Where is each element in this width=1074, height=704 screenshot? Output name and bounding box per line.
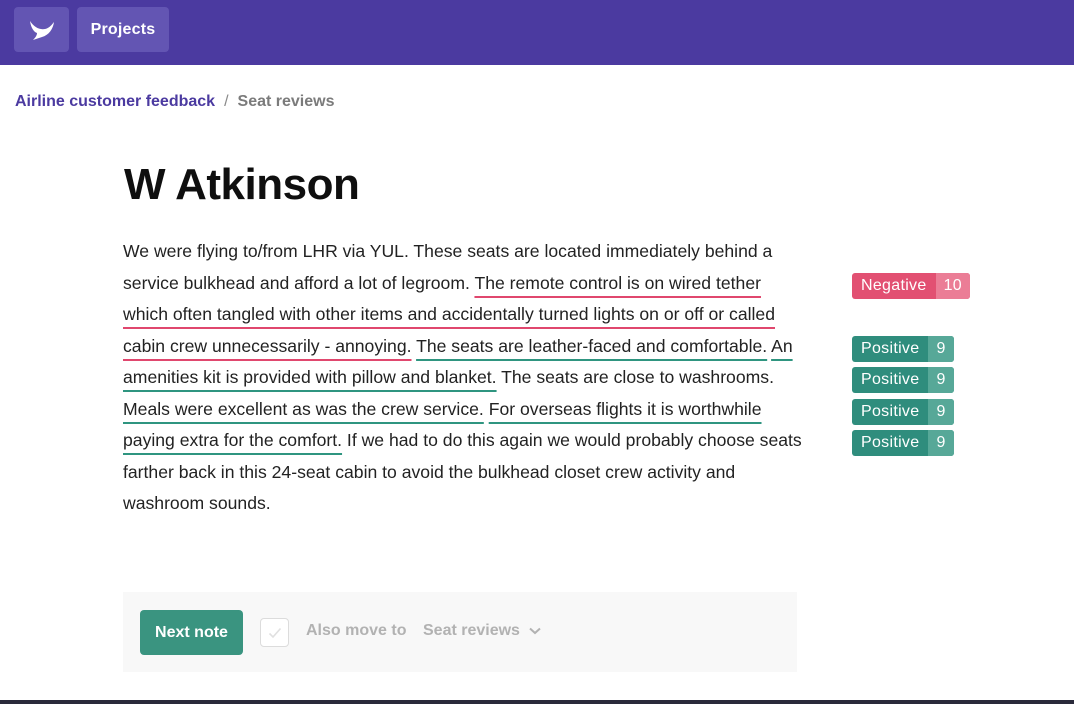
next-note-button[interactable]: Next note [140, 610, 243, 655]
highlight-positive[interactable]: The seats are leather-faced and comforta… [416, 336, 767, 356]
tag-positive[interactable]: Positive 9 [852, 367, 954, 393]
note-text: The seats are close to washrooms. [496, 367, 774, 387]
also-move-checkbox[interactable] [260, 618, 289, 647]
home-logo-button[interactable] [14, 7, 69, 52]
checkmark-icon [268, 627, 281, 638]
tag-negative[interactable]: Negative 10 [852, 273, 970, 299]
projects-button[interactable]: Projects [77, 7, 169, 52]
bird-logo-icon [29, 20, 54, 40]
tag-count: 9 [928, 430, 954, 456]
tag-count: 9 [928, 367, 954, 393]
tag-count: 10 [935, 273, 970, 299]
tag-count: 9 [928, 399, 954, 425]
tag-label: Positive [861, 371, 920, 388]
chevron-down-icon [529, 627, 541, 635]
tag-label: Positive [861, 403, 920, 420]
tag-count: 9 [928, 336, 954, 362]
tag-positive[interactable]: Positive 9 [852, 336, 954, 362]
breadcrumb-separator: / [224, 93, 229, 110]
bottom-edge [0, 700, 1074, 704]
also-move-label: Also move to [306, 622, 407, 639]
tag-label: Negative [861, 277, 927, 294]
destination-dropdown[interactable]: Seat reviews [423, 622, 541, 640]
tag-positive[interactable]: Positive 9 [852, 430, 954, 456]
breadcrumb-parent-link[interactable]: Airline customer feedback [15, 93, 215, 111]
tag-label: Positive [861, 340, 920, 357]
footer-action-bar: Next note Also move to Seat reviews [123, 592, 797, 672]
highlight-positive[interactable]: Meals were excellent as was the crew ser… [123, 399, 484, 419]
top-navigation-bar: Projects [0, 0, 1074, 65]
note-body: We were flying to/from LHR via YUL. Thes… [123, 236, 803, 520]
destination-value: Seat reviews [423, 622, 520, 639]
breadcrumb-current: Seat reviews [237, 93, 335, 110]
tag-positive[interactable]: Positive 9 [852, 399, 954, 425]
page-title: W Atkinson [124, 160, 360, 209]
tag-label: Positive [861, 434, 920, 451]
breadcrumb: Airline customer feedback / Seat reviews [15, 93, 334, 111]
